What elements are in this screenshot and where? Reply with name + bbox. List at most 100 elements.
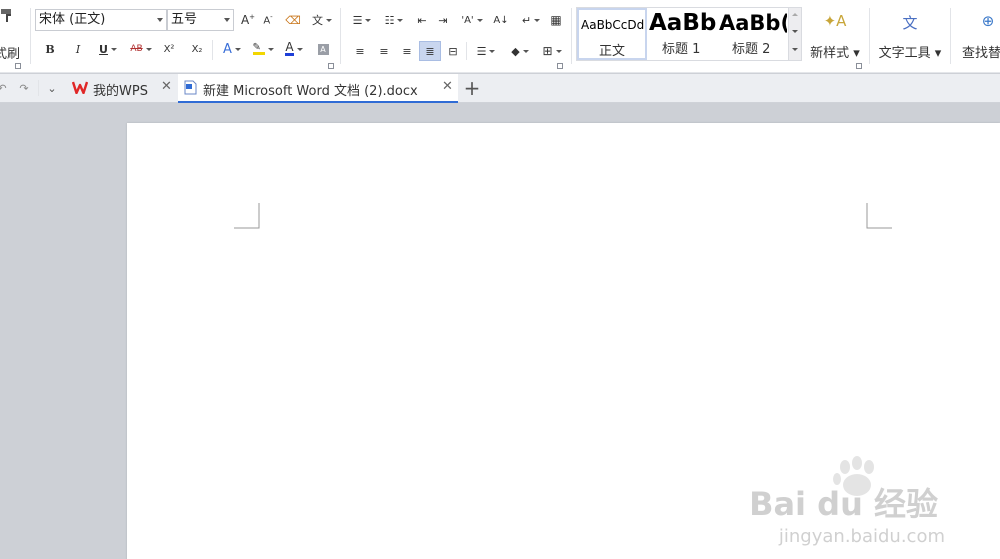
font-size-select[interactable]: 五号 (167, 9, 234, 31)
new-style-label: 新样式 ▾ (810, 46, 860, 61)
chevron-down-icon (326, 18, 332, 22)
italic-icon: I (75, 42, 81, 56)
clear-format-button[interactable]: ⌫ (284, 10, 302, 30)
font-name-value: 宋体 (正文) (39, 12, 106, 27)
chevron-down-icon (145, 47, 152, 51)
chevron-down-icon (224, 18, 230, 22)
subscript-button[interactable]: X₂ (189, 39, 205, 59)
new-style-button[interactable]: ✦A 新样式 ▾ (806, 6, 864, 69)
paragraph-mark-icon: ↵ (521, 13, 532, 27)
align-left-icon: ≡ (355, 44, 365, 58)
close-icon[interactable]: ✕ (161, 79, 172, 94)
text-tools-button[interactable]: 文 文字工具 ▾ (876, 6, 944, 66)
clipboard-launcher-icon[interactable] (15, 63, 21, 69)
numbering-button[interactable]: ☷ (380, 10, 408, 30)
text-effect-button[interactable]: A (218, 39, 246, 59)
format-painter-label: 式刷 (0, 47, 21, 62)
style-sample: AaBb (649, 10, 717, 36)
chevron-down-icon (534, 18, 541, 22)
phonetic-guide-button[interactable]: 文 (308, 10, 336, 30)
align-left-button[interactable]: ≡ (352, 41, 368, 61)
justify-icon: ≣ (425, 44, 435, 58)
chevron-down-icon (234, 47, 241, 51)
chevron-down-icon (157, 18, 163, 22)
tab-document[interactable]: 新建 Microsoft Word 文档 (2).docx ✕ (178, 74, 458, 103)
sort-icon: A↓ (493, 14, 509, 26)
distribute-button[interactable]: ⊟ (445, 41, 461, 61)
borders-icon: ⊞ (542, 44, 553, 58)
shading-button[interactable]: ◆ (506, 41, 534, 61)
quick-access-dropdown-icon[interactable]: ⌄ (46, 78, 58, 98)
chevron-down-icon (365, 18, 372, 22)
paint-bucket-icon: ◆ (511, 44, 520, 58)
font-launcher-icon[interactable] (328, 63, 334, 69)
sort-button[interactable]: A↓ (492, 10, 510, 30)
chevron-down-icon (555, 49, 562, 53)
italic-button[interactable]: I (70, 39, 86, 59)
close-icon[interactable]: ✕ (442, 79, 453, 94)
strikethrough-button[interactable]: AB (127, 39, 155, 59)
underline-button[interactable]: U (94, 39, 122, 59)
watermark-title: Bai du 经验 (749, 485, 938, 523)
line-spacing-button[interactable]: ☰ (472, 41, 500, 61)
separator (466, 42, 467, 60)
style-heading-1[interactable]: AaBb 标题 1 (647, 8, 717, 60)
margin-corner-mark (234, 203, 260, 229)
align-right-button[interactable]: ≡ (399, 41, 415, 61)
find-replace-button[interactable]: ⊕ 查找替 (958, 6, 1000, 66)
align-center-icon: ≡ (379, 44, 389, 58)
superscript-icon: X² (163, 43, 175, 55)
chinese-layout-button[interactable]: 'A' (458, 10, 486, 30)
highlight-button[interactable]: ✎ (250, 39, 276, 59)
style-normal[interactable]: AaBbCcDd 正文 (577, 8, 647, 60)
separator (950, 8, 951, 64)
format-painter-button[interactable]: 式刷 (0, 6, 26, 69)
justify-button[interactable]: ≣ (419, 41, 441, 61)
highlighter-icon: ✎ (252, 43, 265, 55)
bullets-button[interactable]: ☰ (348, 10, 376, 30)
superscript-button[interactable]: X² (161, 39, 177, 59)
borders-button[interactable]: ⊞ (538, 41, 566, 61)
style-heading-2[interactable]: AaBb( 标题 2 (717, 8, 787, 60)
shrink-font-button[interactable]: A- (259, 10, 277, 30)
styles-launcher-icon[interactable] (856, 63, 862, 69)
clear-format-icon: ⌫ (285, 13, 301, 27)
chevron-down-icon (522, 49, 529, 53)
plus-icon: + (463, 76, 481, 100)
find-replace-icon: ⊕ (981, 12, 995, 30)
separator (869, 8, 870, 64)
document-tab-bar: ↶ ↷ ⌄ 我的WPS ✕ 新建 Microsoft Word 文档 (2).d… (0, 74, 1000, 103)
distribute-icon: ⊟ (448, 44, 458, 58)
increase-indent-icon: ⇥ (438, 13, 448, 27)
grow-font-button[interactable]: A+ (239, 10, 257, 30)
undo-icon[interactable]: ↶ (0, 78, 8, 98)
text-tools-label: 文字工具 ▾ (878, 46, 942, 61)
separator (340, 8, 341, 64)
redo-icon[interactable]: ↷ (18, 78, 30, 98)
document-workspace: Bai du 经验 jingyan.baidu.com (0, 103, 1000, 559)
tab-my-wps[interactable]: 我的WPS ✕ (66, 74, 176, 103)
new-tab-button[interactable]: + (463, 76, 481, 100)
gallery-more-icon (792, 48, 798, 51)
character-shading-button[interactable]: A (315, 39, 331, 59)
show-marks-button[interactable]: ↵ (517, 10, 545, 30)
font-name-select[interactable]: 宋体 (正文) (35, 9, 167, 31)
shrink-font-icon: A- (263, 13, 273, 27)
new-style-icon: ✦A (823, 12, 847, 30)
chevron-down-icon (397, 18, 404, 22)
paragraph-launcher-icon[interactable] (557, 63, 563, 69)
underline-icon: U (99, 42, 108, 56)
increase-indent-button[interactable]: ⇥ (435, 10, 451, 30)
tab-label: 我的WPS (93, 84, 148, 99)
font-color-button[interactable]: A (281, 39, 307, 59)
font-color-icon: A (285, 40, 294, 56)
font-size-value: 五号 (171, 12, 198, 27)
table-grid-button[interactable]: ▦ (548, 10, 564, 30)
document-page[interactable]: Bai du 经验 jingyan.baidu.com (127, 123, 1000, 559)
margin-corner-mark (866, 203, 892, 229)
decrease-indent-button[interactable]: ⇤ (414, 10, 430, 30)
align-center-button[interactable]: ≡ (376, 41, 392, 61)
bold-button[interactable]: B (42, 39, 58, 59)
styles-gallery: AaBbCcDd 正文 AaBb 标题 1 AaBb( 标题 2 (576, 7, 802, 61)
gallery-scrollbar[interactable] (788, 8, 801, 60)
